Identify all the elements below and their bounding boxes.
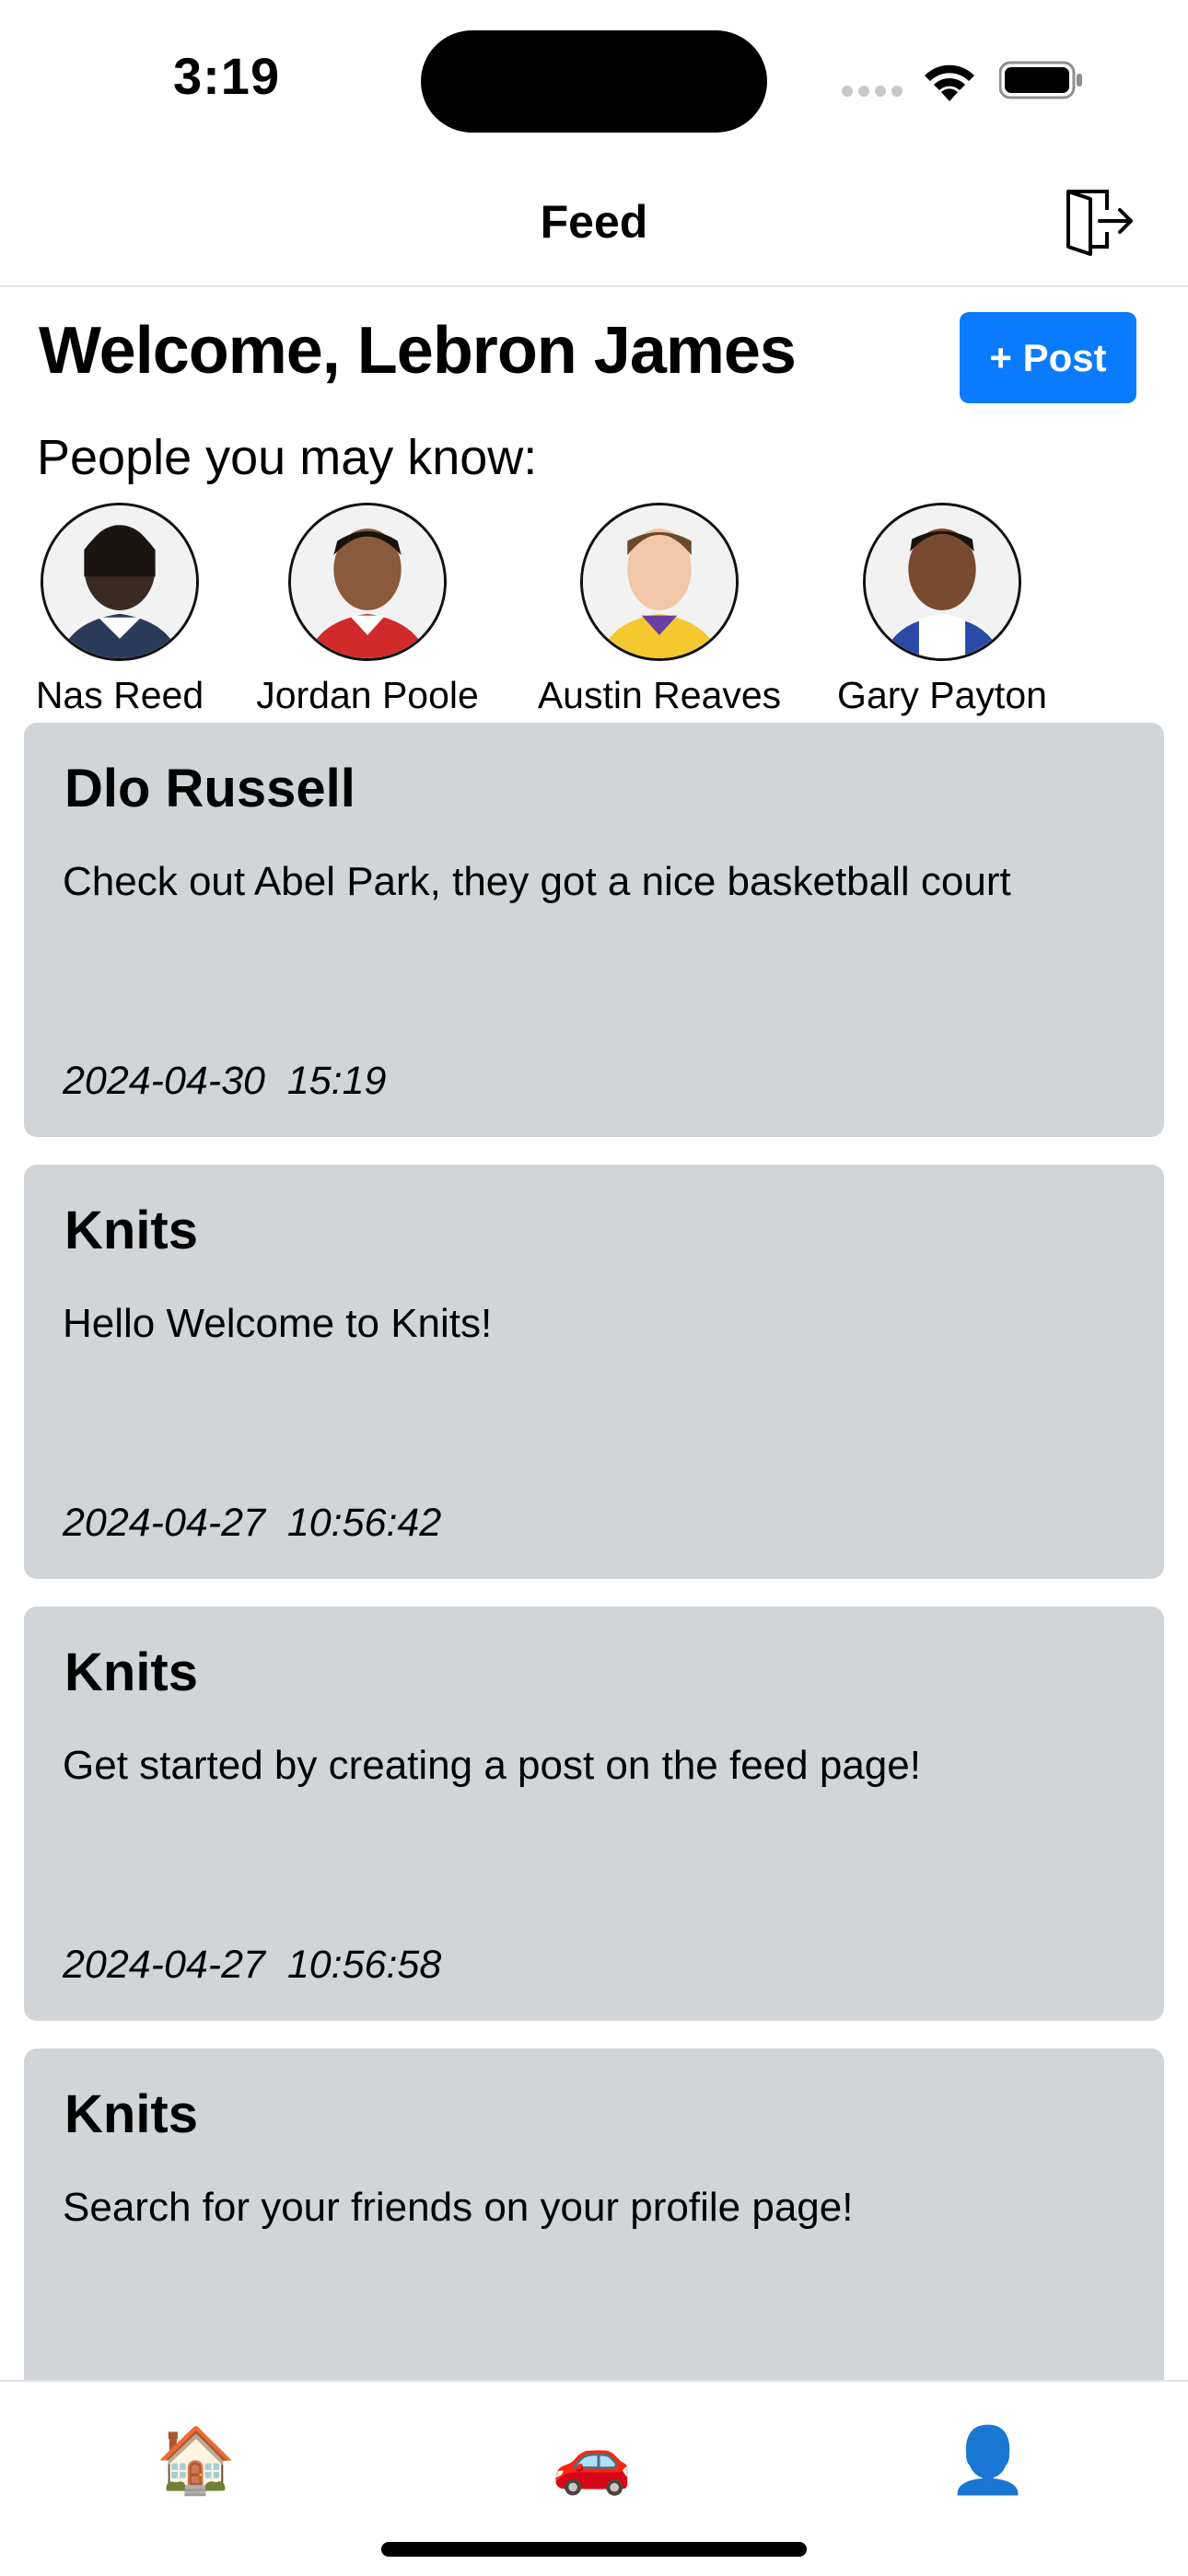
- avatar[interactable]: [580, 503, 739, 661]
- post-timestamp: 2024-04-30 15:19: [63, 1059, 387, 1103]
- home-indicator: [381, 2542, 807, 2557]
- car-icon[interactable]: 🚗: [551, 2419, 634, 2501]
- home-icon[interactable]: 🏠: [155, 2419, 238, 2501]
- suggested-person[interactable]: Gary Payton: [827, 503, 1057, 717]
- avatar[interactable]: [863, 503, 1021, 661]
- page-title: Feed: [540, 196, 648, 248]
- post-author: Knits: [64, 2084, 198, 2144]
- status-time: 3:19: [173, 47, 281, 105]
- nav-header: Feed: [0, 157, 1188, 287]
- tab-bar: 🏠 🚗 👤: [0, 2380, 1188, 2576]
- post-author: Dlo Russell: [64, 759, 355, 818]
- battery-icon: [999, 61, 1082, 99]
- post-timestamp: 2024-04-27 10:56:58: [63, 1943, 442, 1987]
- avatar[interactable]: [41, 503, 199, 661]
- cellular-signal-icon: [842, 85, 908, 101]
- logout-icon[interactable]: [1059, 184, 1135, 260]
- welcome-heading: Welcome, Lebron James: [39, 314, 797, 388]
- status-bar: 3:19: [0, 0, 1188, 157]
- new-post-button[interactable]: + Post: [960, 312, 1136, 403]
- profile-icon[interactable]: 👤: [947, 2419, 1030, 2501]
- suggested-person[interactable]: Nas Reed: [31, 503, 208, 717]
- person-name: Gary Payton: [837, 674, 1047, 716]
- post-author: Knits: [64, 1201, 198, 1260]
- post-author: Knits: [64, 1642, 198, 1702]
- person-name: Jordan Poole: [256, 674, 479, 716]
- avatar[interactable]: [288, 503, 447, 661]
- wifi-icon: [925, 64, 974, 101]
- post-card[interactable]: Dlo Russell Check out Abel Park, they go…: [24, 723, 1164, 1137]
- post-body: Search for your friends on your profile …: [63, 2185, 854, 2230]
- person-name: Nas Reed: [35, 674, 204, 716]
- suggested-person[interactable]: Jordan Poole: [251, 503, 483, 717]
- post-card[interactable]: Knits Get started by creating a post on …: [24, 1607, 1164, 2021]
- people-you-may-know-label: People you may know:: [37, 430, 538, 485]
- post-body: Hello Welcome to Knits!: [63, 1301, 493, 1346]
- person-name: Austin Reaves: [537, 674, 782, 716]
- post-card[interactable]: Knits Hello Welcome to Knits! 2024-04-27…: [24, 1165, 1164, 1579]
- dynamic-island: [421, 30, 767, 133]
- post-timestamp: 2024-04-27 10:56:42: [63, 1501, 442, 1545]
- post-body: Check out Abel Park, they got a nice bas…: [63, 859, 1011, 904]
- post-body: Get started by creating a post on the fe…: [63, 1743, 921, 1788]
- suggested-person[interactable]: Austin Reaves: [534, 503, 785, 717]
